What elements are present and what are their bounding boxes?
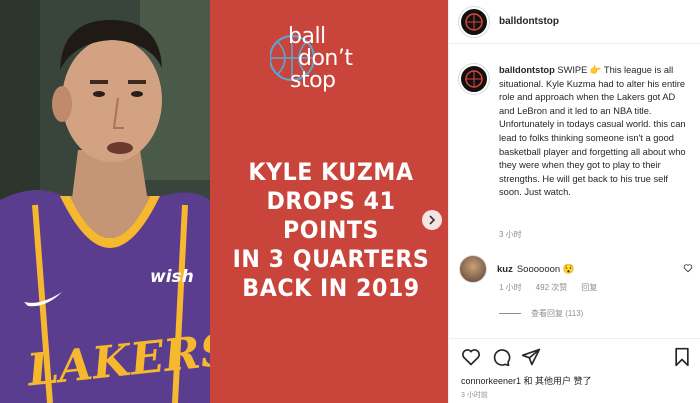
brand-line2: don’t [298, 46, 353, 71]
likes-summary[interactable]: connorkeener1 和 其他用户 赞了 [461, 374, 592, 387]
caption-avatar[interactable] [459, 64, 489, 94]
headline-line: IN 3 QUARTERS [232, 245, 430, 273]
post-header: balldontstop [449, 0, 700, 44]
brand-line1: ball [288, 24, 326, 49]
commenter-avatar[interactable] [459, 255, 487, 283]
view-replies[interactable]: 查看回复 (113) [499, 308, 583, 319]
commenter-username[interactable]: kuz [497, 264, 513, 275]
heart-icon[interactable] [461, 347, 481, 367]
caption-time: 3 小时 [499, 230, 522, 239]
next-slide-button[interactable] [422, 210, 442, 230]
comment-meta: 1 小时 492 次赞 回复 [499, 282, 597, 293]
author-avatar[interactable] [459, 6, 489, 37]
view-replies-label[interactable]: 查看回复 (113) [531, 308, 583, 319]
caption-username[interactable]: balldontstop [499, 65, 555, 75]
player-illustration: wish LAKERS [0, 0, 210, 403]
comment-icon[interactable] [491, 347, 511, 367]
caption-text: balldontstop SWIPE 👉 This league is all … [499, 64, 693, 200]
headline-line: BACK IN 2019 [242, 274, 420, 302]
post-media[interactable]: wish LAKERS ball don’t stop KYLE KUZMA D… [0, 0, 448, 403]
brand-logo: ball don’t stop [269, 18, 380, 98]
share-icon[interactable] [521, 347, 541, 367]
player-photo: wish LAKERS [0, 0, 210, 403]
comment-likes[interactable]: 492 次赞 [536, 282, 568, 293]
post-time: 3 小时前 [461, 392, 488, 399]
comment: kuz Soooooon 😯 [459, 255, 693, 283]
brand-avatar-icon [465, 12, 483, 31]
author-username[interactable]: balldontstop [499, 16, 559, 27]
headline: KYLE KUZMA DROPS 41 POINTS IN 3 QUARTERS… [231, 158, 432, 303]
comment-text: kuz Soooooon 😯 [497, 264, 575, 275]
headline-line: DROPS 41 POINTS [266, 187, 396, 244]
bookmark-icon[interactable] [673, 347, 691, 367]
comment-body: Soooooon 😯 [516, 263, 575, 275]
chevron-right-icon [429, 215, 436, 225]
post-graphic: ball don’t stop KYLE KUZMA DROPS 41 POIN… [210, 0, 448, 403]
headline-line: KYLE KUZMA [248, 158, 414, 186]
caption-body: SWIPE 👉 This league is all situational. … [499, 65, 686, 198]
jersey-sponsor: wish [150, 267, 194, 287]
caption: balldontstop SWIPE 👉 This league is all … [459, 64, 693, 200]
post-sidebar: balldontstop balldontstop SWIPE 👉 This l… [448, 0, 700, 403]
replies-divider [499, 313, 521, 314]
heart-icon[interactable] [683, 263, 693, 273]
comment-time: 1 小时 [499, 283, 522, 292]
reply-link[interactable]: 回复 [581, 282, 597, 293]
brand-line3: stop [290, 68, 336, 93]
action-bar [449, 338, 700, 378]
brand-avatar-icon [465, 70, 483, 88]
